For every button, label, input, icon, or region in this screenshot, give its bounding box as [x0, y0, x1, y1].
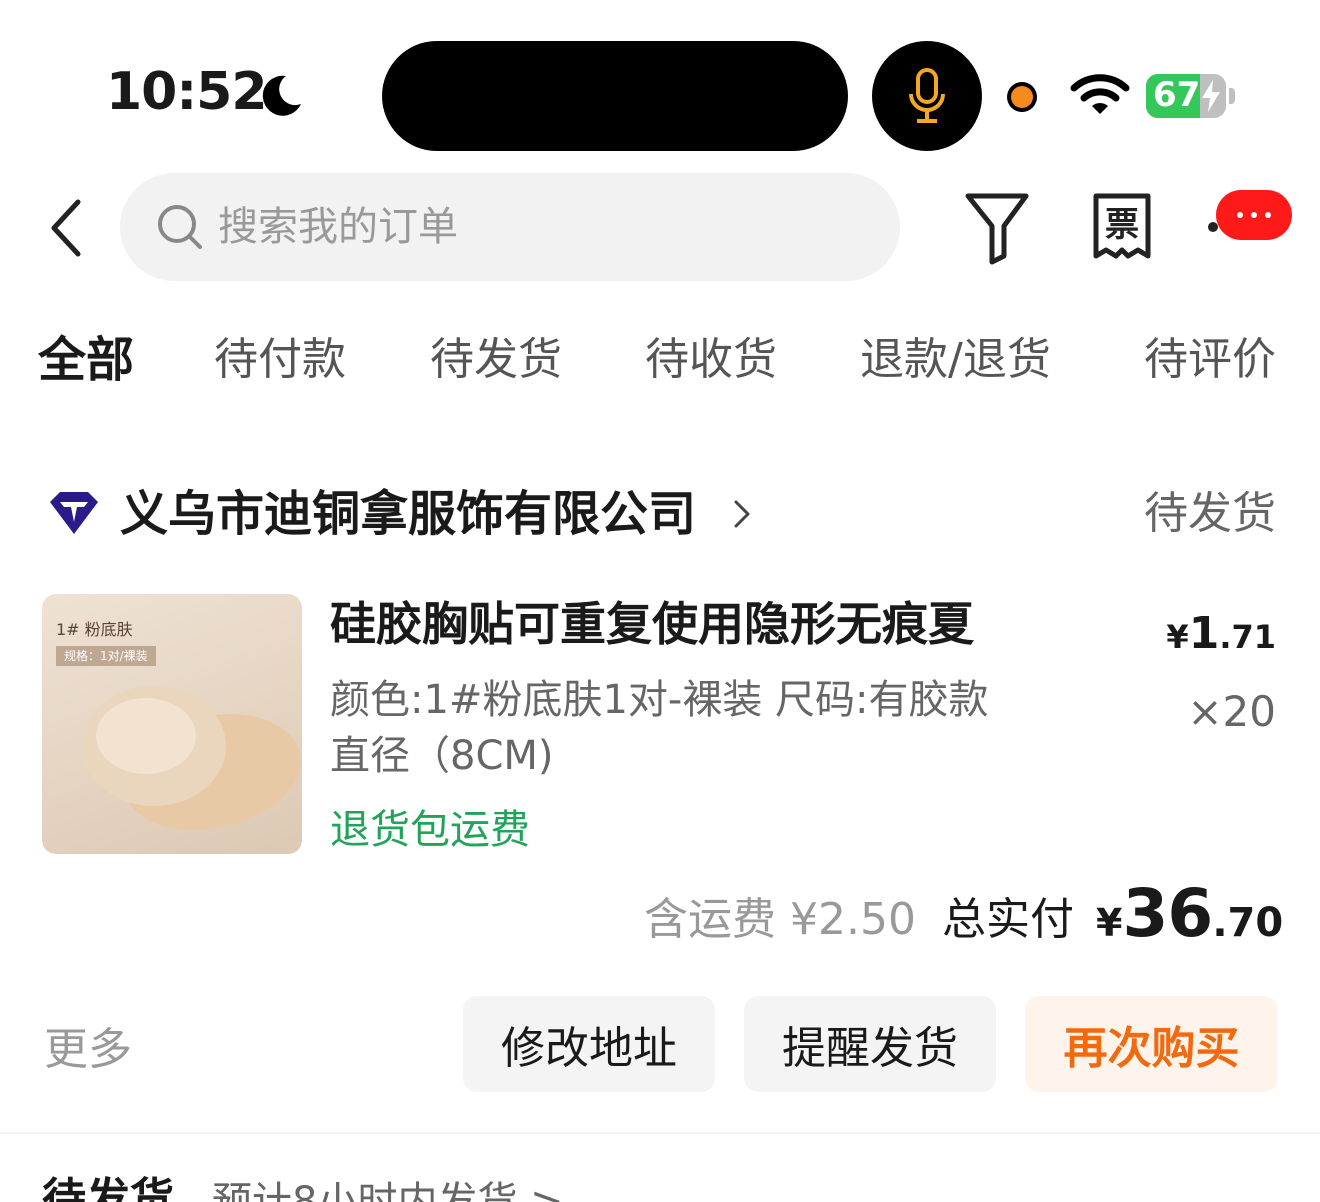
filter-icon[interactable]: [962, 190, 1032, 266]
charging-bolt-icon: [1202, 80, 1220, 112]
next-order-status: 待发货: [42, 1174, 174, 1202]
privacy-dot-icon: [1007, 82, 1037, 112]
shipping-fee-note: 含运费 ¥2.50: [644, 894, 916, 945]
svg-text:票: 票: [1105, 205, 1139, 245]
tab-pending-review[interactable]: 待评价: [1144, 332, 1276, 388]
product-photo: [82, 686, 301, 830]
more-actions-link[interactable]: 更多: [44, 1022, 132, 1078]
search-input[interactable]: 搜索我的订单: [120, 173, 900, 281]
total-dec: .70: [1212, 900, 1284, 946]
unit-price-int: 1: [1188, 608, 1220, 659]
wifi-icon: [1070, 74, 1130, 114]
battery-percent: 67: [1153, 75, 1201, 115]
change-address-button[interactable]: 修改地址: [463, 996, 715, 1092]
tab-pending-payment[interactable]: 待付款: [214, 332, 346, 388]
back-arrow-icon[interactable]: [44, 196, 90, 260]
remind-shipment-button[interactable]: 提醒发货: [744, 996, 996, 1092]
buy-again-button[interactable]: 再次购买: [1025, 996, 1278, 1092]
product-title[interactable]: 硅胶胸贴可重复使用隐形无痕夏: [330, 594, 1030, 654]
battery-indicator: 67: [1146, 74, 1226, 118]
tab-pending-receipt[interactable]: 待收货: [645, 332, 777, 388]
more-options-icon[interactable]: [1216, 190, 1292, 240]
order-divider: [0, 1132, 1320, 1134]
shop-name[interactable]: 义乌市迪铜拿服饰有限公司: [120, 484, 696, 544]
status-time: 10:52: [106, 62, 268, 122]
chevron-right-icon[interactable]: [730, 496, 754, 532]
mic-indicator: [872, 41, 982, 151]
product-image[interactable]: 1# 粉底肤 规格：1对/裸装: [42, 594, 302, 854]
tab-all[interactable]: 全部: [38, 332, 134, 388]
search-placeholder: 搜索我的订单: [218, 204, 458, 250]
unit-price-dec: .71: [1219, 618, 1276, 656]
tab-refund-return[interactable]: 退款/退货: [860, 332, 1051, 388]
next-order-eta[interactable]: 预计8小时内发货 >: [212, 1174, 564, 1202]
total-paid-amount: ¥36.70: [1096, 876, 1283, 969]
moon-icon: [262, 75, 301, 116]
total-int: 36: [1122, 875, 1213, 952]
quantity: ×20: [1187, 687, 1276, 736]
product-spec: 颜色:1#粉底肤1对-裸装 尺码:有胶款直径（8CM): [330, 677, 989, 779]
unit-price: ¥1.71: [1166, 606, 1276, 665]
unit-price-symbol: ¥: [1166, 618, 1189, 656]
shop-badge-icon: [50, 492, 98, 534]
total-symbol: ¥: [1096, 901, 1123, 945]
tab-pending-shipment[interactable]: 待发货: [430, 332, 562, 388]
microphone-icon: [909, 68, 945, 123]
invoice-icon[interactable]: 票: [1090, 192, 1154, 262]
dynamic-island: [382, 41, 848, 151]
battery-cap: [1229, 88, 1235, 104]
search-icon: [158, 205, 202, 249]
total-paid-label: 总实付: [942, 894, 1074, 945]
order-status: 待发货: [1144, 488, 1276, 539]
return-shipping-tag: 退货包运费: [330, 807, 530, 853]
